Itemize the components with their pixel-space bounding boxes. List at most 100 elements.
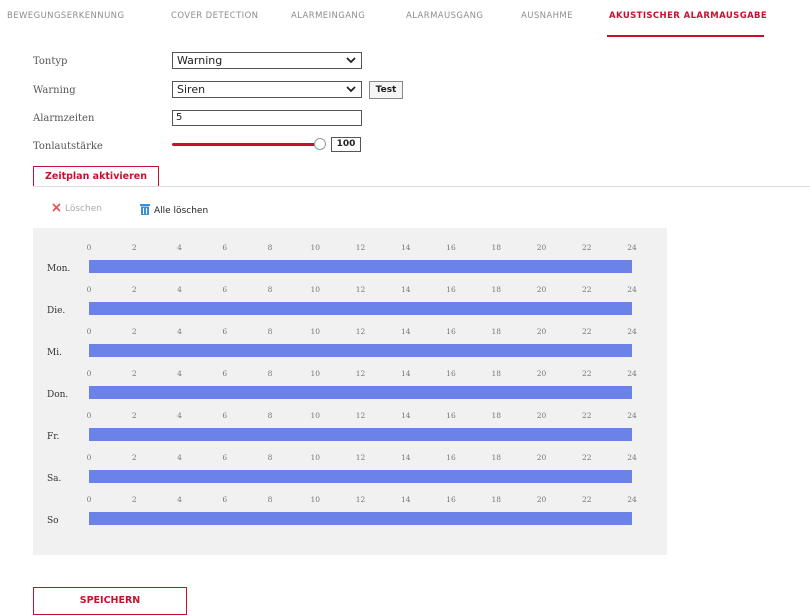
hour-tick-label: 0 xyxy=(86,411,92,420)
hour-tick-label: 18 xyxy=(491,369,502,378)
hour-tick-label: 2 xyxy=(131,495,137,504)
hour-tick-label: 8 xyxy=(267,285,273,294)
hour-tick-label: 14 xyxy=(400,411,411,420)
hour-tick-label: 20 xyxy=(536,453,547,462)
hour-tick-label: 0 xyxy=(86,243,92,252)
hour-tick-label: 10 xyxy=(310,369,321,378)
hour-tick-label: 4 xyxy=(177,327,182,336)
day-label: Die. xyxy=(47,306,66,316)
tonlautstaerke-label: Tonlautstärke xyxy=(33,141,103,152)
hour-tick-label: 4 xyxy=(177,285,182,294)
hour-tick-label: 6 xyxy=(222,285,228,294)
hour-tick-label: 22 xyxy=(581,285,592,294)
hour-tick-label: 6 xyxy=(222,369,228,378)
save-button[interactable]: SPEICHERN xyxy=(33,587,187,615)
alle-loeschen-button[interactable]: Alle löschen xyxy=(140,203,208,216)
hour-tick-label: 2 xyxy=(131,285,137,294)
hour-tick-label: 12 xyxy=(355,285,366,294)
test-button[interactable]: Test xyxy=(369,81,403,99)
hour-tick-label: 16 xyxy=(446,369,456,378)
hour-tick-label: 18 xyxy=(491,285,502,294)
hour-tick-label: 18 xyxy=(491,453,502,462)
tab-akustischer-alarmausgabe[interactable]: AKUSTISCHER ALARMAUSGABE xyxy=(609,11,767,21)
active-tab-indicator xyxy=(607,35,764,37)
day-label: Don. xyxy=(47,390,69,400)
schedule-row: 0 2 4 6 8 10 12 14 16 18 20 22 24 Die. xyxy=(33,283,667,325)
schedule-row: 0 2 4 6 8 10 12 14 16 18 20 22 24 Don. xyxy=(33,367,667,409)
tab-bewegungserkennung[interactable]: BEWEGUNGSERKENNUNG xyxy=(7,11,124,21)
hour-tick-label: 16 xyxy=(446,411,456,420)
loeschen-label: Löschen xyxy=(65,204,102,214)
schedule-bar[interactable] xyxy=(89,386,632,399)
hour-tick-label: 20 xyxy=(536,243,547,252)
hour-tick-label: 0 xyxy=(86,495,92,504)
hour-tick-label: 20 xyxy=(536,369,547,378)
day-label: Sa. xyxy=(47,474,62,484)
hour-tick-label: 24 xyxy=(627,243,637,252)
day-label: Mon. xyxy=(47,264,71,274)
hour-tick-label: 12 xyxy=(355,243,366,252)
hour-tick-label: 12 xyxy=(355,411,366,420)
hour-tick-label: 22 xyxy=(581,453,592,462)
hour-tick-label: 14 xyxy=(400,285,411,294)
hour-tick-label: 16 xyxy=(446,285,456,294)
alarmzeiten-label: Alarmzeiten xyxy=(33,113,95,124)
hour-tick-label: 12 xyxy=(355,369,366,378)
hour-tick-label: 22 xyxy=(581,369,592,378)
hour-tick-label: 8 xyxy=(267,495,273,504)
hour-tick-label: 14 xyxy=(400,495,411,504)
hour-tick-label: 6 xyxy=(222,495,228,504)
tontyp-select[interactable]: Warning xyxy=(172,52,362,69)
tab-cover-detection[interactable]: COVER DETECTION xyxy=(171,11,258,21)
hour-tick-label: 2 xyxy=(131,411,137,420)
warning-select[interactable]: Siren xyxy=(172,81,362,98)
volume-slider-track[interactable] xyxy=(172,143,317,146)
day-label: So xyxy=(47,516,59,526)
hour-tick-label: 6 xyxy=(222,243,228,252)
hour-tick-label: 10 xyxy=(310,285,321,294)
schedule-bar[interactable] xyxy=(89,344,632,357)
hour-tick-label: 16 xyxy=(446,327,456,336)
volume-input[interactable]: 100 xyxy=(331,137,361,152)
tontyp-value: Warning xyxy=(177,54,223,67)
hour-tick-label: 20 xyxy=(536,495,547,504)
hour-tick-label: 22 xyxy=(581,495,592,504)
hour-tick-label: 0 xyxy=(86,327,92,336)
hour-tick-label: 6 xyxy=(222,411,228,420)
hour-tick-label: 8 xyxy=(267,453,273,462)
hour-tick-label: 12 xyxy=(355,495,366,504)
hour-tick-label: 8 xyxy=(267,327,273,336)
schedule-bar[interactable] xyxy=(89,470,632,483)
hour-tick-label: 6 xyxy=(222,453,228,462)
zeitplan-aktivieren-button[interactable]: Zeitplan aktivieren xyxy=(33,166,159,187)
hour-tick-label: 2 xyxy=(131,453,137,462)
schedule-bar[interactable] xyxy=(89,512,632,525)
hour-tick-label: 2 xyxy=(131,327,137,336)
hour-tick-label: 14 xyxy=(400,327,411,336)
hour-tick-label: 16 xyxy=(446,495,456,504)
hour-tick-label: 24 xyxy=(627,369,637,378)
hour-tick-label: 8 xyxy=(267,369,273,378)
hour-tick-label: 6 xyxy=(222,327,228,336)
hour-tick-label: 24 xyxy=(627,285,637,294)
tab-ausnahme[interactable]: AUSNAHME xyxy=(521,11,573,21)
hour-tick-label: 22 xyxy=(581,243,592,252)
loeschen-button[interactable]: Löschen xyxy=(52,203,102,214)
hour-tick-label: 4 xyxy=(177,243,182,252)
tab-alarmausgang[interactable]: ALARMAUSGANG xyxy=(406,11,483,21)
schedule-bar[interactable] xyxy=(89,428,632,441)
schedule-bar[interactable] xyxy=(89,302,632,315)
tab-alarmeingang[interactable]: ALARMEINGANG xyxy=(291,11,365,21)
hour-tick-label: 10 xyxy=(310,453,321,462)
schedule-bar[interactable] xyxy=(89,260,632,273)
tontyp-label: Tontyp xyxy=(33,56,68,67)
warning-label: Warning xyxy=(33,85,76,96)
tab-bar: BEWEGUNGSERKENNUNG COVER DETECTION ALARM… xyxy=(0,0,810,38)
hour-tick-label: 20 xyxy=(536,327,547,336)
day-label: Fr. xyxy=(47,432,60,442)
hour-tick-label: 10 xyxy=(310,411,321,420)
hour-tick-label: 18 xyxy=(491,411,502,420)
schedule-row: 0 2 4 6 8 10 12 14 16 18 20 22 24 Sa. xyxy=(33,451,667,493)
volume-slider-thumb[interactable] xyxy=(314,138,326,150)
alarmzeiten-input[interactable]: 5 xyxy=(172,110,362,126)
